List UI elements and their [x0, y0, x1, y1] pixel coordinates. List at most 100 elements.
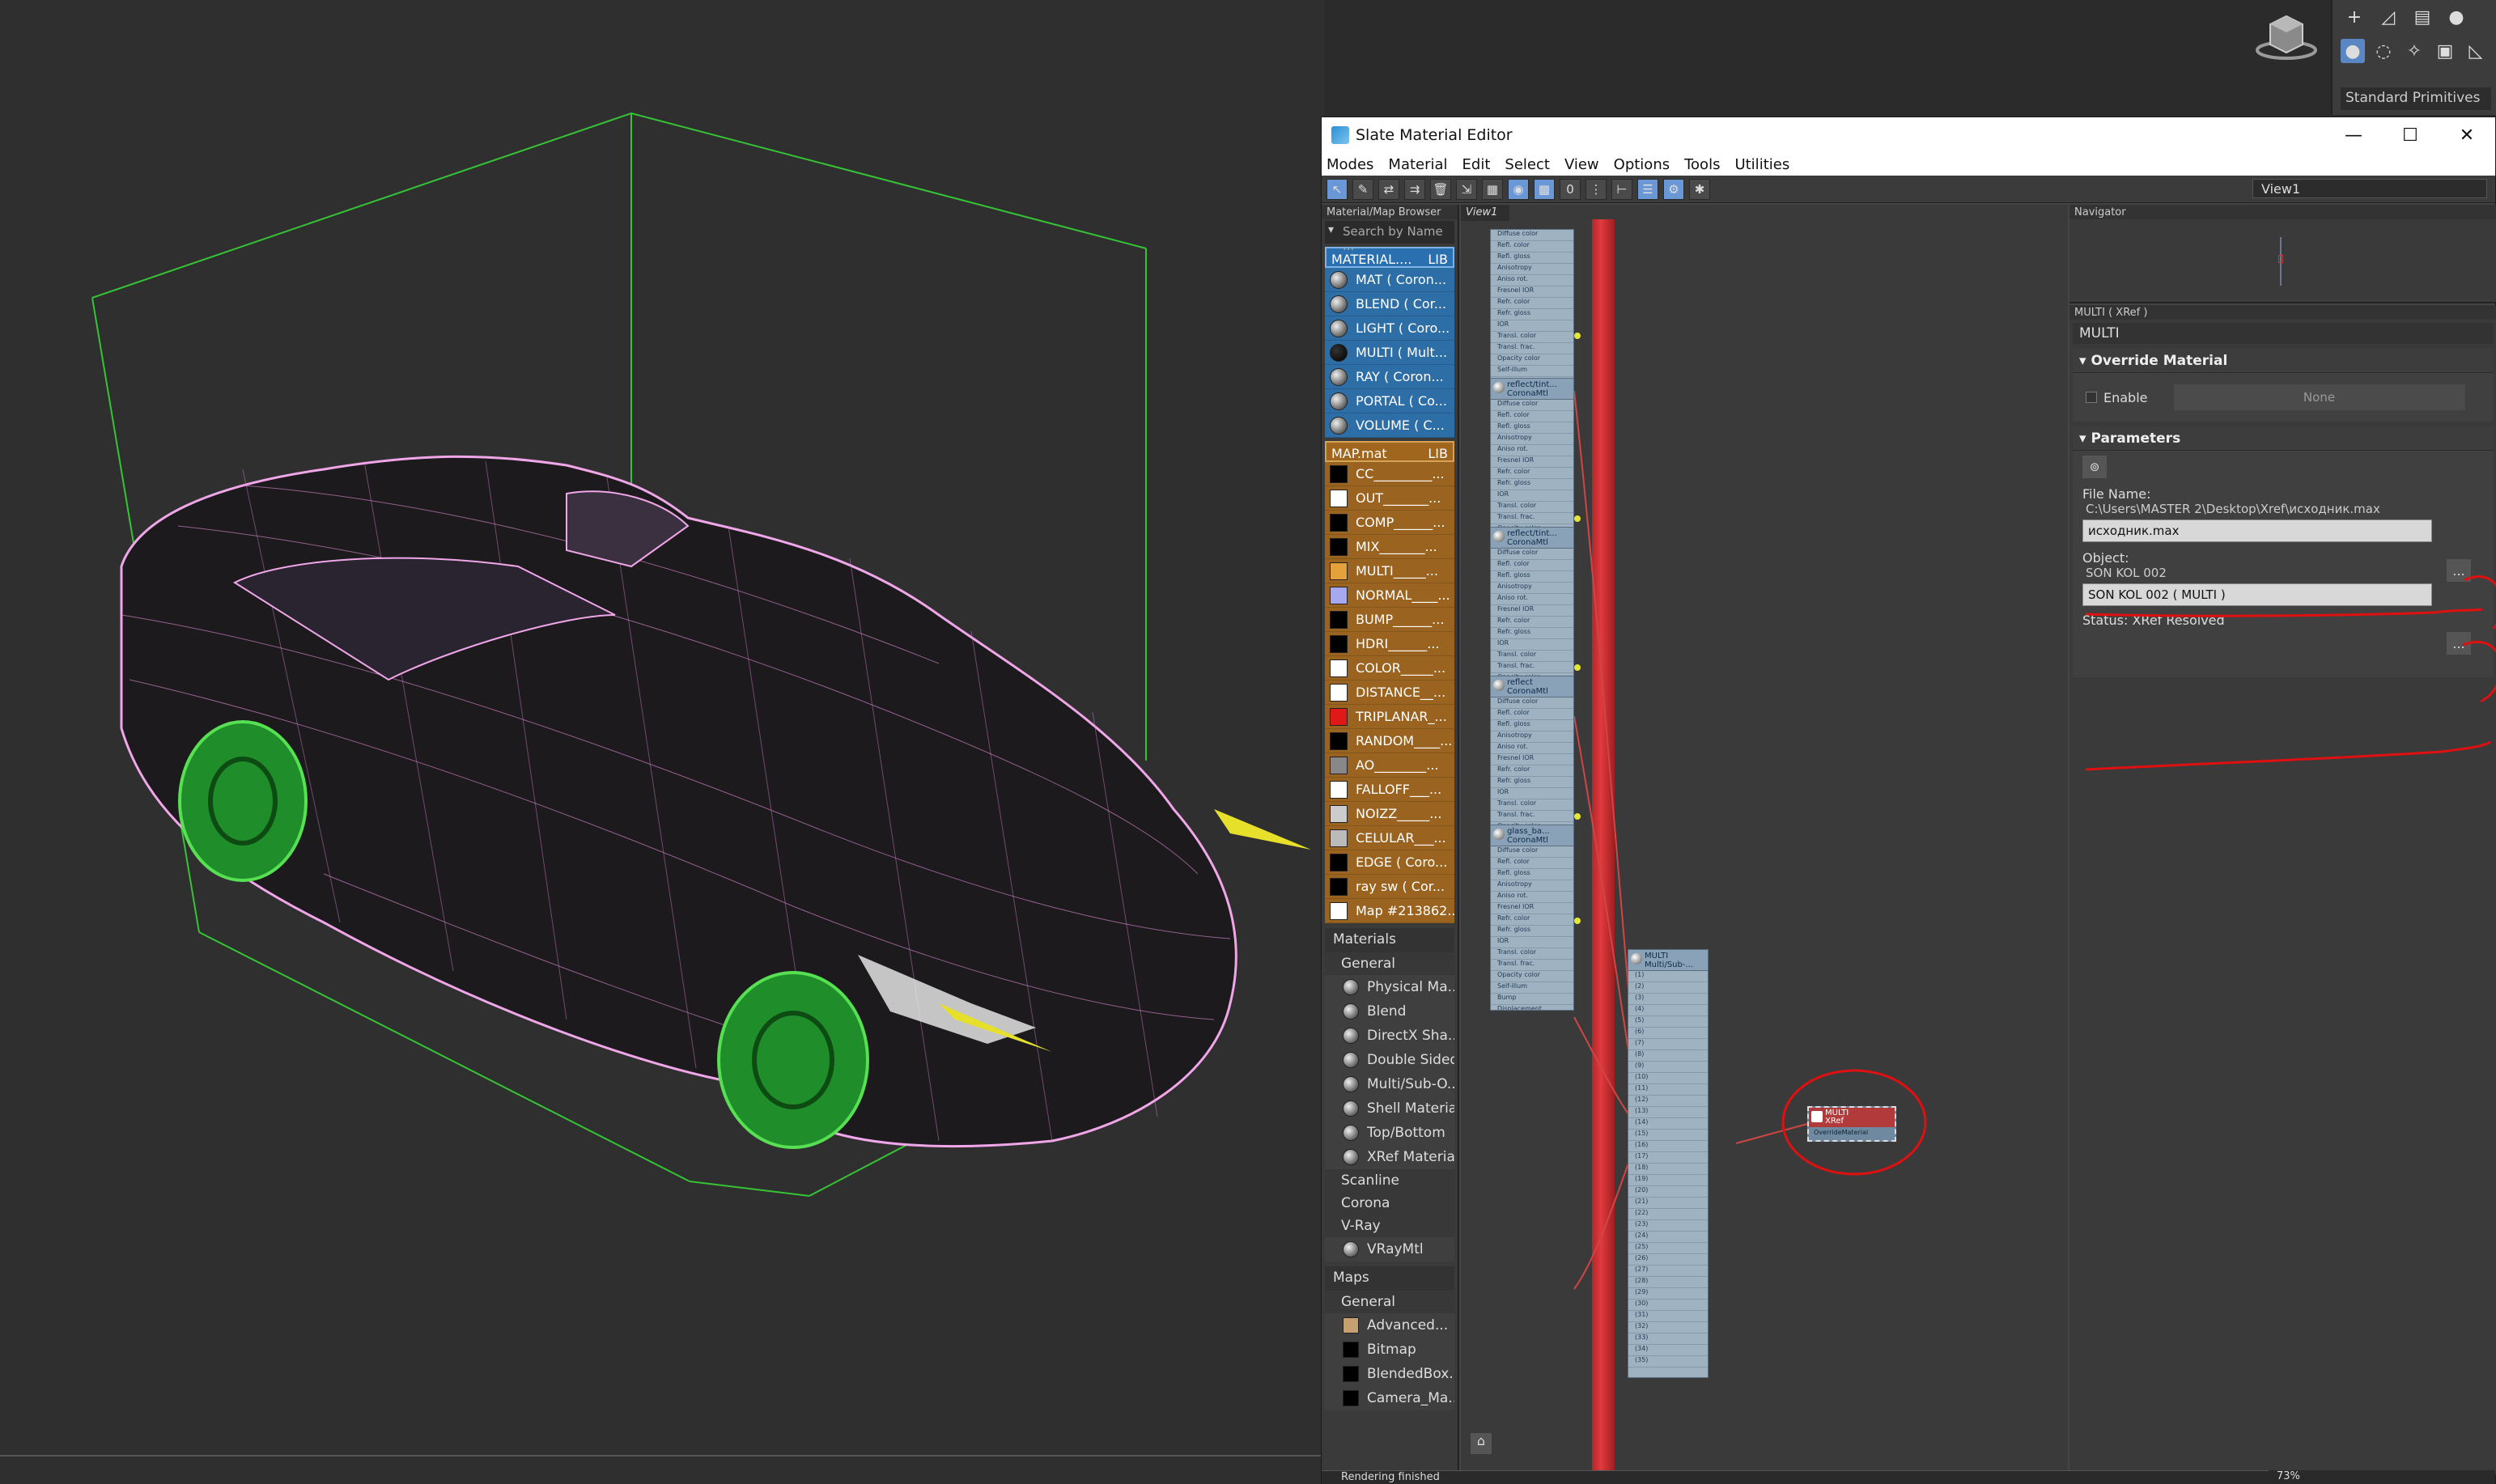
pick-material-icon[interactable]: ✎ — [1352, 178, 1373, 200]
maps-general-group[interactable]: General — [1325, 1291, 1454, 1313]
material-library-item[interactable]: MULTI ( Mult... — [1325, 341, 1454, 365]
node-slot[interactable]: Transl. frac. — [1491, 513, 1573, 524]
maps-section[interactable]: Maps — [1325, 1266, 1454, 1291]
multi-slot[interactable]: (18) — [1628, 1164, 1708, 1175]
node-slot[interactable]: Aniso rot. — [1491, 743, 1573, 754]
node-slot[interactable]: IOR — [1491, 490, 1573, 502]
node-slot[interactable]: Refl. color — [1491, 858, 1573, 869]
map-library-item[interactable]: Map #213862... — [1325, 899, 1454, 923]
browser-item[interactable]: Physical Ma... — [1325, 975, 1454, 999]
assign-material-icon[interactable]: ⇉ — [1404, 178, 1425, 200]
node-slot[interactable]: Refr. gloss — [1491, 777, 1573, 788]
multi-slot[interactable]: (8) — [1628, 1050, 1708, 1062]
map-library-item[interactable]: CELULAR___... — [1325, 826, 1454, 850]
materials-general-group[interactable]: General — [1325, 952, 1454, 975]
node-slot[interactable]: Fresnel IOR — [1491, 754, 1573, 765]
modify-icon[interactable]: ◿ — [2375, 5, 2402, 29]
lights-icon[interactable]: ✧ — [2402, 39, 2426, 63]
multi-slot[interactable]: (19) — [1628, 1175, 1708, 1186]
material-library-item[interactable]: RAY ( Coron... — [1325, 365, 1454, 389]
cameras-icon[interactable]: ▣ — [2433, 39, 2457, 63]
shapes-icon[interactable]: ◌ — [2371, 39, 2396, 63]
node-output-dot[interactable] — [1574, 333, 1581, 339]
node-slot[interactable]: Anisotropy — [1491, 264, 1573, 275]
menu-edit[interactable]: Edit — [1462, 156, 1491, 173]
node-slot[interactable]: Refl. color — [1491, 709, 1573, 720]
xref-material-node[interactable]: MULTI XRef OverrideMaterial — [1807, 1106, 1896, 1142]
override-material-title[interactable]: Override Material — [2073, 349, 2494, 373]
material-id-icon[interactable]: 0 — [1560, 178, 1581, 200]
node-slot[interactable]: Aniso rot. — [1491, 445, 1573, 456]
node-slot[interactable]: Self-illum — [1491, 366, 1573, 377]
node-slot[interactable]: Transl. frac. — [1491, 960, 1573, 971]
node-slot[interactable]: Refr. color — [1491, 468, 1573, 479]
menu-utilities[interactable]: Utilities — [1734, 156, 1789, 173]
put-material-icon[interactable]: ⇄ — [1378, 178, 1399, 200]
file-browse-button[interactable]: ... — [2447, 559, 2471, 582]
map-library-item[interactable]: COMP______... — [1325, 511, 1454, 535]
menu-select[interactable]: Select — [1505, 156, 1550, 173]
node-slot[interactable]: Aniso rot. — [1491, 594, 1573, 605]
multi-slot[interactable]: (5) — [1628, 1016, 1708, 1028]
motion-icon[interactable]: ● — [2443, 5, 2470, 29]
node-slot[interactable]: Fresnel IOR — [1491, 286, 1573, 298]
view-dropdown[interactable]: View1 — [2252, 179, 2487, 198]
material-name-field[interactable]: MULTI — [2073, 323, 2494, 344]
menu-tools[interactable]: Tools — [1684, 156, 1720, 173]
scanline-group[interactable]: Scanline — [1325, 1169, 1454, 1192]
multi-slot[interactable]: (25) — [1628, 1243, 1708, 1254]
browser-item[interactable]: Multi/Sub-O... — [1325, 1072, 1454, 1096]
node-slot[interactable]: Refl. gloss — [1491, 720, 1573, 731]
browser-item[interactable]: Double Sided — [1325, 1048, 1454, 1072]
multi-slot[interactable]: (23) — [1628, 1220, 1708, 1232]
menu-options[interactable]: Options — [1614, 156, 1670, 173]
delete-icon[interactable]: 🗑 — [1430, 178, 1451, 200]
node-slot[interactable]: Transl. frac. — [1491, 662, 1573, 673]
node-output-dot[interactable] — [1574, 813, 1581, 820]
object-type-dropdown[interactable]: Standard Primitives — [2341, 87, 2491, 110]
node-slot[interactable]: Refr. gloss — [1491, 926, 1573, 937]
node-slot[interactable]: Fresnel IOR — [1491, 903, 1573, 914]
map-library-item[interactable]: COLOR_____... — [1325, 656, 1454, 681]
browser-item[interactable]: XRef Material — [1325, 1145, 1454, 1169]
node-slot[interactable]: Refl. gloss — [1491, 252, 1573, 264]
multi-slot[interactable]: (33) — [1628, 1333, 1708, 1345]
map-library-header[interactable]: MAP.mat LIB — [1325, 441, 1454, 462]
node-output-dot[interactable] — [1574, 918, 1581, 924]
hide-unused-icon[interactable]: ▦ — [1482, 178, 1503, 200]
object-field[interactable]: SON KOL 002 ( MULTI ) — [2082, 583, 2432, 606]
map-library-item[interactable]: AO________... — [1325, 753, 1454, 778]
geometry-icon[interactable]: ● — [2341, 39, 2365, 63]
select-tool-icon[interactable]: ↖ — [1327, 178, 1348, 200]
multi-slot[interactable]: (2) — [1628, 982, 1708, 994]
enable-checkbox[interactable] — [2086, 392, 2097, 403]
node-slot[interactable]: Transl. frac. — [1491, 811, 1573, 822]
multi-slot[interactable]: (17) — [1628, 1152, 1708, 1164]
multi-slot[interactable]: (22) — [1628, 1209, 1708, 1220]
node-slot[interactable]: Bump — [1491, 994, 1573, 1005]
node-output-dot[interactable] — [1574, 664, 1581, 671]
material-library-item[interactable]: BLEND ( Cor... — [1325, 292, 1454, 316]
map-library-item[interactable]: OUT_______... — [1325, 486, 1454, 511]
node-slot[interactable]: Refl. color — [1491, 560, 1573, 571]
map-library-item[interactable]: ray sw ( Cor... — [1325, 875, 1454, 899]
map-library-item[interactable]: FALLOFF___... — [1325, 778, 1454, 802]
material-browser-toggle-icon[interactable]: ☰ — [1637, 178, 1658, 200]
map-library-item[interactable]: TRIPLANAR_... — [1325, 705, 1454, 729]
node-slot[interactable]: Diffuse color — [1491, 230, 1573, 241]
node-slot[interactable]: Anisotropy — [1491, 434, 1573, 445]
node-slot[interactable]: Refr. gloss — [1491, 309, 1573, 320]
node-slot[interactable]: Refl. gloss — [1491, 571, 1573, 583]
browser-item[interactable]: Shell Material — [1325, 1096, 1454, 1121]
node-slot[interactable]: Refr. gloss — [1491, 479, 1573, 490]
node-slot[interactable]: Transl. color — [1491, 502, 1573, 513]
node-slot[interactable]: IOR — [1491, 937, 1573, 948]
viewport-perspective[interactable] — [0, 0, 1324, 1455]
close-button[interactable]: ✕ — [2439, 117, 2495, 153]
node-slot[interactable]: Diffuse color — [1491, 400, 1573, 411]
multi-slot[interactable]: (15) — [1628, 1130, 1708, 1141]
material-library-item[interactable]: MAT ( Coron... — [1325, 268, 1454, 292]
multi-slot[interactable]: (16) — [1628, 1141, 1708, 1152]
map-library-item[interactable]: HDRI______... — [1325, 632, 1454, 656]
browser-item[interactable]: BlendedBox... — [1325, 1362, 1454, 1386]
